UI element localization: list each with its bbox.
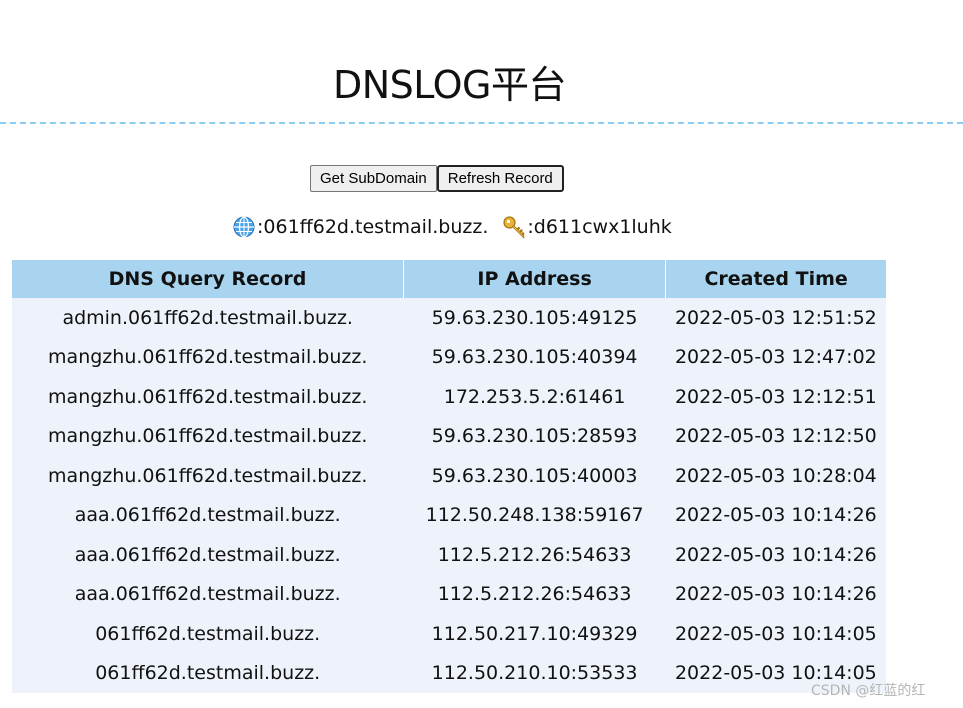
ip-address-cell: 59.63.230.105:40003 (431, 464, 638, 487)
created-time-cell: 2022-05-03 10:14:26 (674, 504, 877, 527)
created-time-cell: 2022-05-03 12:12:50 (674, 425, 877, 448)
ip-address-cell: 112.5.212.26:54633 (437, 543, 632, 566)
table-row: aaa.061ff62d.testmail.buzz. 112.50.248.1… (12, 496, 886, 536)
ip-address-cell: 112.5.212.26:54633 (437, 583, 632, 606)
globe-icon (233, 216, 255, 238)
created-time-cell: 2022-05-03 12:51:52 (674, 306, 877, 329)
table-row: mangzhu.061ff62d.testmail.buzz. 172.253.… (12, 377, 886, 417)
dns-query-cell: aaa.061ff62d.testmail.buzz. (74, 583, 341, 606)
dns-query-cell: aaa.061ff62d.testmail.buzz. (74, 504, 341, 527)
ip-address-cell: 112.50.248.138:59167 (425, 504, 644, 527)
table-row: admin.061ff62d.testmail.buzz. 59.63.230.… (12, 298, 886, 338)
dns-query-cell: 061ff62d.testmail.buzz. (95, 662, 321, 685)
table-row: mangzhu.061ff62d.testmail.buzz. 59.63.23… (12, 417, 886, 457)
ip-address-cell: 112.50.217.10:49329 (431, 622, 638, 645)
ip-address-cell: 59.63.230.105:49125 (431, 306, 638, 329)
ip-address-cell: 59.63.230.105:28593 (431, 425, 638, 448)
created-time-cell: 2022-05-03 10:14:26 (674, 543, 877, 566)
created-time-cell: 2022-05-03 10:28:04 (674, 464, 877, 487)
refresh-record-button[interactable]: Refresh Record (436, 165, 564, 192)
created-time-cell: 2022-05-03 12:12:51 (674, 385, 877, 408)
dashed-divider (0, 122, 963, 124)
header-dns-query-record: DNS Query Record (12, 260, 404, 298)
table-row: 061ff62d.testmail.buzz. 112.50.210.10:53… (12, 654, 886, 694)
table-row: 061ff62d.testmail.buzz. 112.50.217.10:49… (12, 614, 886, 654)
ip-address-cell: 112.50.210.10:53533 (431, 662, 638, 685)
dns-query-cell: aaa.061ff62d.testmail.buzz. (74, 543, 341, 566)
dns-query-cell: mangzhu.061ff62d.testmail.buzz. (48, 346, 368, 369)
dns-query-cell: admin.061ff62d.testmail.buzz. (62, 306, 353, 329)
table-row: mangzhu.061ff62d.testmail.buzz. 59.63.23… (12, 456, 886, 496)
ip-address-cell: 172.253.5.2:61461 (443, 385, 626, 408)
dnslog-page: DNSLOG平台 Get SubDomain Refresh Record :0… (0, 0, 963, 708)
dns-query-cell: 061ff62d.testmail.buzz. (95, 622, 321, 645)
table-row: aaa.061ff62d.testmail.buzz. 112.5.212.26… (12, 535, 886, 575)
dns-query-cell: mangzhu.061ff62d.testmail.buzz. (48, 385, 368, 408)
header-created-time: Created Time (665, 260, 886, 298)
page-title: DNSLOG平台 (333, 63, 566, 108)
toolbar: Get SubDomain Refresh Record (310, 165, 564, 192)
created-time-cell: 2022-05-03 10:14:26 (674, 583, 877, 606)
header-ip-address: IP Address (402, 260, 666, 298)
csdn-watermark: CSDN @红蓝的红 (811, 683, 926, 699)
dns-records-table: DNS Query Record IP Address Created Time… (12, 260, 886, 693)
get-subdomain-button[interactable]: Get SubDomain (310, 165, 437, 192)
token-value: :d611cwx1luhk (527, 216, 672, 238)
ip-address-cell: 59.63.230.105:40394 (431, 346, 638, 369)
table-header-row: DNS Query Record IP Address Created Time (12, 260, 886, 298)
dns-query-cell: mangzhu.061ff62d.testmail.buzz. (48, 464, 368, 487)
key-icon (503, 216, 525, 239)
table-row: aaa.061ff62d.testmail.buzz. 112.5.212.26… (12, 575, 886, 615)
subdomain-value: :061ff62d.testmail.buzz. (257, 216, 489, 238)
table-row: mangzhu.061ff62d.testmail.buzz. 59.63.23… (12, 338, 886, 378)
dns-query-cell: mangzhu.061ff62d.testmail.buzz. (48, 425, 368, 448)
created-time-cell: 2022-05-03 12:47:02 (674, 346, 877, 369)
subdomain-info: :061ff62d.testmail.buzz. :d611cwx1luhk (233, 214, 672, 240)
created-time-cell: 2022-05-03 10:14:05 (674, 622, 877, 645)
